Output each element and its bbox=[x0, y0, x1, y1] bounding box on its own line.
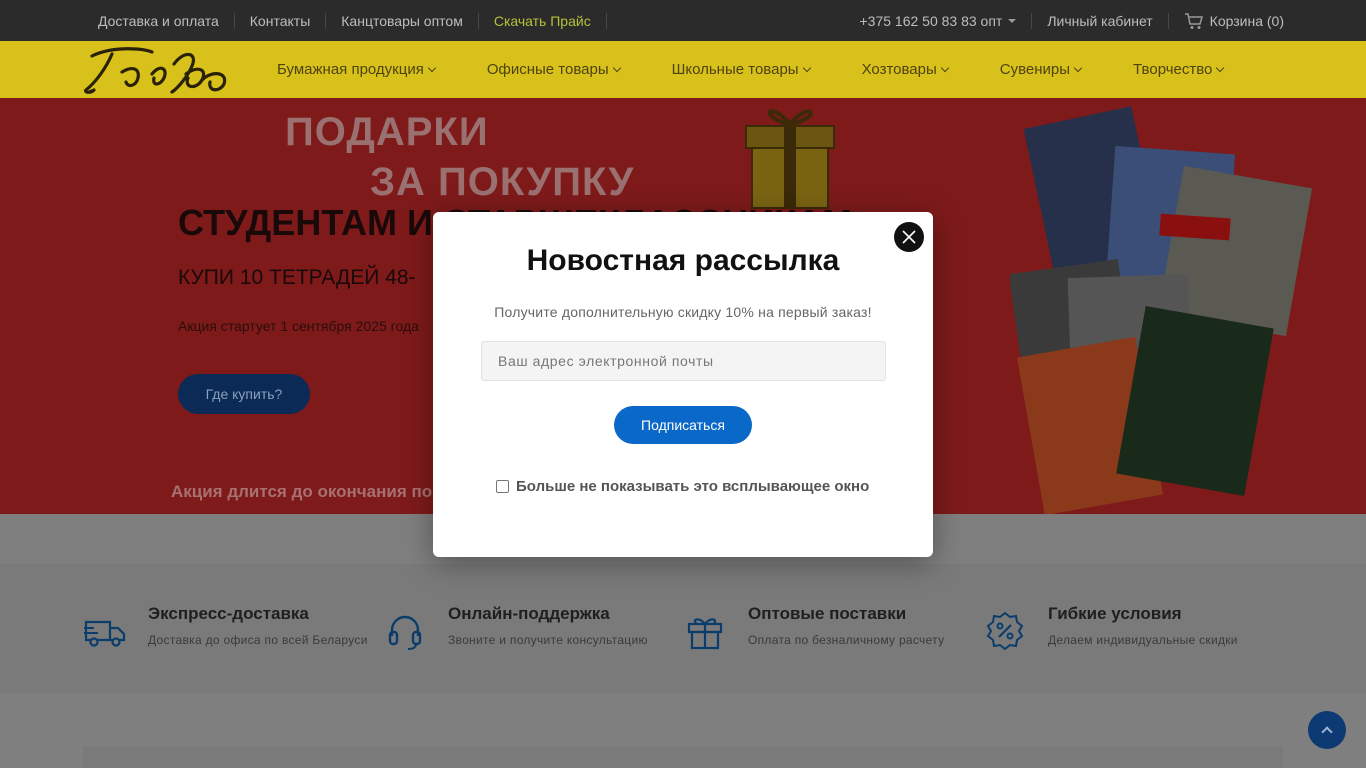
modal-title: Новостная рассылка bbox=[526, 244, 840, 277]
close-icon bbox=[902, 230, 916, 244]
email-input[interactable] bbox=[481, 341, 886, 381]
dont-show-label: Больше не показывать это всплывающее окн… bbox=[516, 478, 870, 495]
dont-show-option[interactable]: Больше не показывать это всплывающее окн… bbox=[496, 478, 869, 495]
dont-show-checkbox[interactable] bbox=[496, 480, 509, 493]
modal-lead: Получите дополнительную скидку 10% на пе… bbox=[494, 304, 872, 320]
subscribe-button[interactable]: Подписаться bbox=[614, 406, 752, 444]
newsletter-modal: Новостная рассылка Получите дополнительн… bbox=[433, 212, 933, 557]
